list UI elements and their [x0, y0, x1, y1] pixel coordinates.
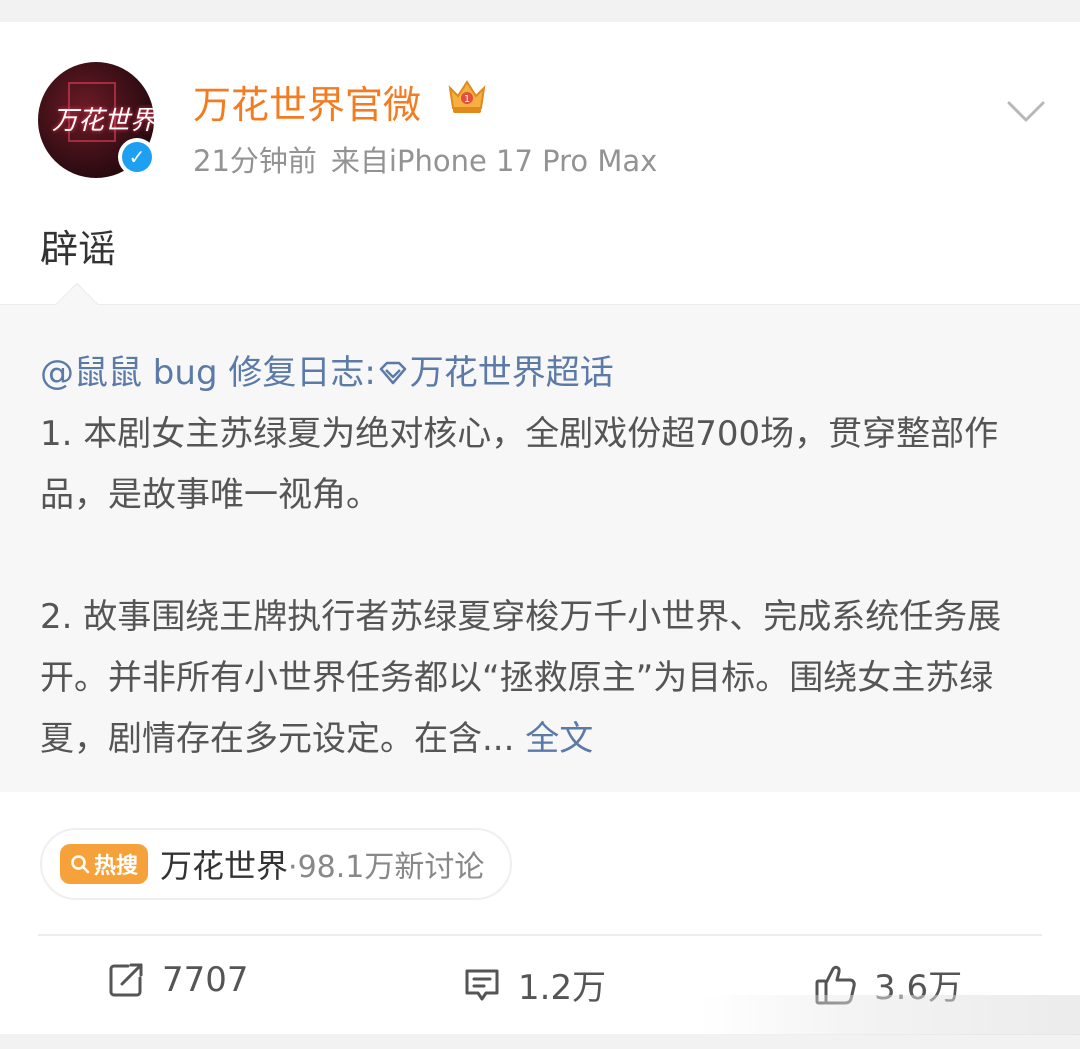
- account-name[interactable]: 万花世界官微: [193, 74, 421, 129]
- hot-search-badge: 热搜: [60, 844, 149, 884]
- verified-icon: ✓: [118, 138, 156, 176]
- repost-body: @鼠鼠 bug 修复日志: 万花世界超话 1. 本剧女主苏绿夏为绝对核心，全剧戏份…: [40, 343, 1040, 770]
- expand-full-text-link[interactable]: 全文: [525, 719, 593, 759]
- hot-search-count: ·98.1万新讨论: [288, 850, 485, 885]
- repost-icon: [109, 963, 143, 997]
- hot-search-label: 热搜: [94, 854, 139, 879]
- post-text: 辟谣: [40, 227, 117, 271]
- comment-count: 1.2万: [518, 968, 607, 1008]
- repost-button[interactable]: 7707: [106, 960, 249, 1000]
- weibo-post-card: 万花世界 ✓ 万花世界官微 1 21分钟前 来自iPhone 17 Pro Max…: [0, 22, 1080, 1034]
- comment-button[interactable]: 1.2万: [462, 960, 606, 1009]
- search-icon: [71, 855, 90, 874]
- hot-search-pill[interactable]: 热搜 万花世界 ·98.1万新讨论: [40, 828, 513, 900]
- actions-divider: [38, 934, 1042, 936]
- repost-paragraph-2: 2. 故事围绕王牌执行者苏绿夏穿梭万千小世界、完成系统任务展开。并非所有小世界任…: [40, 597, 1002, 759]
- verified-check-icon: ✓: [122, 142, 152, 172]
- repost-paragraph-2-wrap: 2. 故事围绕王牌执行者苏绿夏穿梭万千小世界、完成系统任务展开。并非所有小世界任…: [40, 587, 1040, 770]
- hot-search-topic: 万花世界: [160, 847, 289, 885]
- repost-notch: [55, 282, 99, 326]
- comment-icon: [465, 969, 499, 1000]
- repost-count: 7707: [162, 960, 249, 1000]
- crown-icon: 1: [448, 80, 486, 113]
- post-time: 21分钟前: [193, 144, 317, 178]
- avatar[interactable]: 万花世界 ✓: [38, 62, 156, 178]
- chevron-down-icon[interactable]: [1006, 100, 1046, 124]
- reposted-content[interactable]: @鼠鼠 bug 修复日志: 万花世界超话 1. 本剧女主苏绿夏为绝对核心，全剧戏份…: [0, 282, 1080, 792]
- repost-header: @鼠鼠 bug 修复日志: 万花世界超话: [40, 343, 1040, 404]
- repost-paragraph-1: 1. 本剧女主苏绿夏为绝对核心，全剧戏份超700场，贯穿整部作品，是故事唯一视角…: [40, 414, 999, 515]
- avatar-logo-text: 万花世界: [52, 106, 154, 136]
- bottom-overlay: [700, 995, 1080, 1035]
- post-meta: 21分钟前 来自iPhone 17 Pro Max: [193, 138, 657, 180]
- supertopic-link[interactable]: 万花世界超话: [410, 353, 614, 393]
- diamond-icon: [379, 361, 407, 385]
- post-source: 来自iPhone 17 Pro Max: [330, 144, 658, 178]
- svg-text:1: 1: [464, 94, 470, 105]
- original-author-mention[interactable]: @鼠鼠 bug 修复日志:: [40, 353, 376, 393]
